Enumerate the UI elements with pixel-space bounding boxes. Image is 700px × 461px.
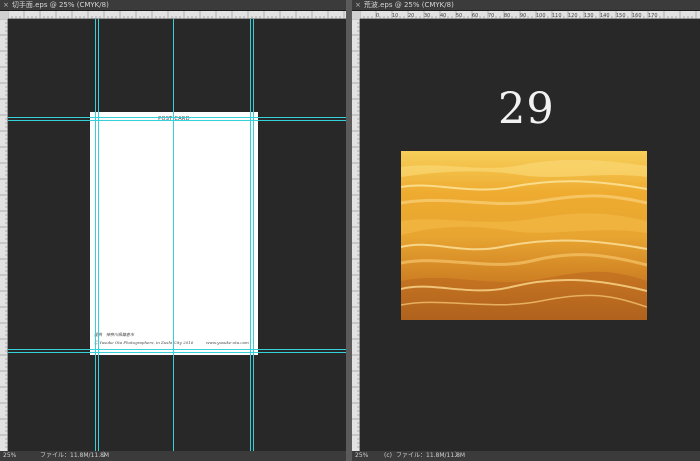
postcard-copyright: Ⓒ Yusuke Ota Photographers, in Zushi Cit… [94,340,194,345]
left-document-tab[interactable]: × 切手面.eps @ 25% (CMYK/8) [0,0,346,11]
horizontal-ruler[interactable] [8,11,346,19]
ruler-origin[interactable] [352,11,360,19]
right-canvas[interactable]: 29 [360,19,700,451]
zoom-level[interactable]: 25% [355,451,368,461]
guide-vertical[interactable] [95,19,96,451]
vertical-ruler[interactable] [0,19,8,451]
ocean-waves-photo [401,151,647,320]
guide-horizontal[interactable] [8,117,346,118]
zoom-level[interactable]: 25% [3,451,16,461]
guide-horizontal[interactable] [8,120,346,121]
guide-vertical[interactable] [253,19,254,451]
right-document-title: 荒波.eps @ 25% (CMYK/8) [363,1,454,9]
guide-horizontal[interactable] [8,349,346,350]
guide-vertical[interactable] [173,19,174,451]
ruler-origin[interactable] [0,11,8,19]
close-icon[interactable]: × [3,1,9,9]
page-number: 29 [498,84,555,134]
horizontal-ruler[interactable]: 0 10 20 30 40 50 60 70 80 90 100 110 120 130 140 150 160… [360,11,700,19]
file-info: ファイル：11.8M/11.8M [40,452,110,459]
left-document-title: 切手面.eps @ 25% (CMYK/8) [11,1,109,9]
postcard-page: POST CARD 提供 神奈川県鎌倉市 Ⓒ Yusuke Ota Photog… [90,112,258,355]
left-document-window: × 切手面.eps @ 25% (CMYK/8) POST CARD 提供 神奈川… [0,0,346,461]
status-menu-arrow[interactable]: 〉 [455,451,461,461]
status-prefix: (c) [384,452,392,459]
right-document-window: × 荒波.eps @ 25% (CMYK/8) 0 10 20 30 40 50 60 70 80… [352,0,700,461]
status-menu-arrow[interactable]: 〉 [103,451,109,461]
vertical-ruler[interactable] [352,19,360,451]
left-status-bar: 25% ファイル：11.8M/11.8M 〉 [0,451,346,461]
right-document-tab[interactable]: × 荒波.eps @ 25% (CMYK/8) [352,0,700,11]
guide-horizontal[interactable] [8,352,346,353]
left-canvas[interactable]: POST CARD 提供 神奈川県鎌倉市 Ⓒ Yusuke Ota Photog… [8,19,346,451]
right-status-bar: 25% (c) ファイル：11.8M/11.8M 〉 [352,451,700,461]
close-icon[interactable]: × [355,1,361,9]
guide-vertical[interactable] [250,19,251,451]
postcard-caption: 提供 神奈川県鎌倉市 [94,332,134,337]
postcard-url: www.yusuke-ota.com [206,340,249,345]
guide-vertical[interactable] [98,19,99,451]
